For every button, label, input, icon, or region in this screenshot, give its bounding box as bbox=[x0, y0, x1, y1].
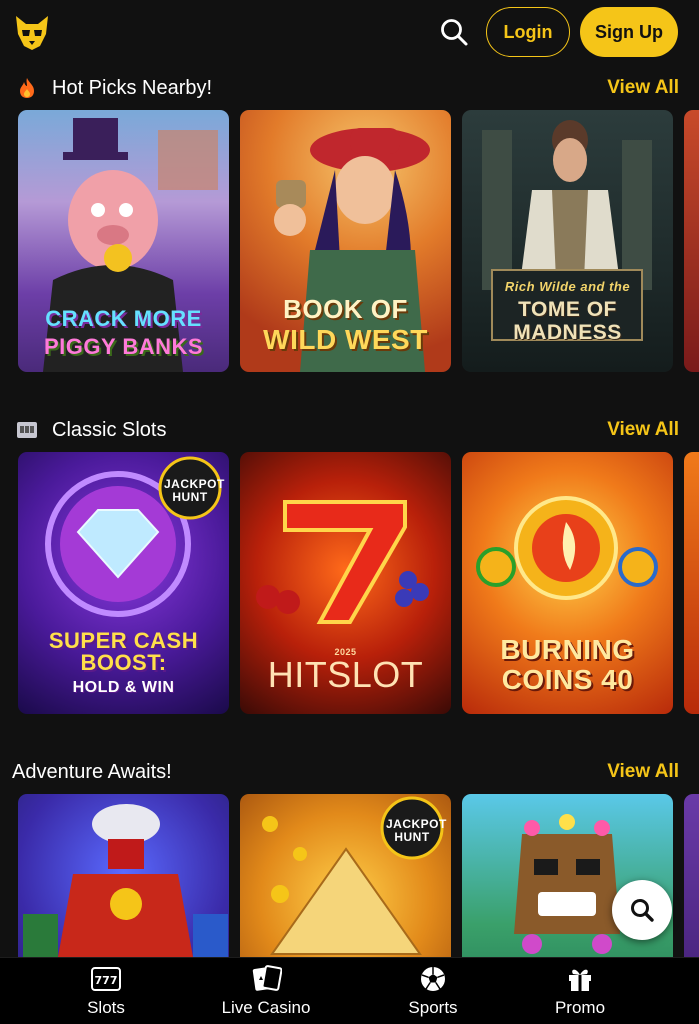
gift-icon bbox=[564, 964, 596, 994]
game-carousel[interactable]: CRACK MORE PIGGY BANKS BOOK OF WILD WEST bbox=[18, 110, 699, 372]
game-carousel[interactable]: JACKPOT HUNT bbox=[18, 794, 699, 957]
section-title: Classic Slots bbox=[52, 419, 167, 441]
nav-item-sports[interactable]: Sports bbox=[363, 964, 503, 1022]
game-card[interactable] bbox=[18, 794, 229, 957]
nav-label: Live Casino bbox=[221, 998, 311, 1017]
nav-label: Promo bbox=[554, 998, 606, 1017]
section-title: Adventure Awaits! bbox=[12, 761, 172, 783]
game-artwork bbox=[23, 804, 228, 957]
game-subtitle: HOLD & WIN bbox=[72, 679, 175, 696]
game-title: BURNING bbox=[500, 634, 635, 665]
section-title: Hot Picks Nearby! bbox=[52, 77, 213, 99]
search-button[interactable] bbox=[436, 14, 472, 50]
section-classic-slots: Classic Slots View All JACKPOT HUNT SUPE… bbox=[0, 410, 699, 714]
floating-search-button[interactable] bbox=[612, 880, 672, 940]
game-card-peek[interactable] bbox=[684, 794, 699, 957]
nav-label: Sports bbox=[408, 998, 458, 1017]
search-icon bbox=[631, 899, 654, 922]
bottom-navigation: 777 Slots Live Casino Sports Promo bbox=[0, 957, 699, 1024]
game-subtitle: WILD WEST bbox=[263, 324, 428, 355]
search-icon bbox=[441, 19, 468, 46]
top-header: Login Sign Up bbox=[0, 0, 699, 66]
section-adventure: Adventure Awaits! View All JACKPOT HUNT bbox=[0, 752, 699, 957]
wolf-mask-icon[interactable] bbox=[12, 12, 52, 52]
nav-item-slots[interactable]: 777 Slots bbox=[36, 964, 176, 1022]
game-subtitle: TOME OF MADNESS bbox=[513, 298, 622, 345]
view-all-link[interactable]: View All bbox=[607, 76, 679, 100]
game-title: BOOK OF bbox=[283, 294, 408, 324]
section-header: Hot Picks Nearby! View All bbox=[0, 68, 699, 108]
fire-icon bbox=[14, 76, 40, 100]
game-subtitle: PIGGY BANKS bbox=[43, 334, 204, 359]
playing-cards-icon bbox=[250, 964, 282, 994]
svg-text:777: 777 bbox=[95, 974, 118, 987]
game-card-peek[interactable] bbox=[684, 452, 699, 714]
game-card[interactable]: BURNING COINS 40 bbox=[462, 452, 673, 714]
section-header: Adventure Awaits! View All bbox=[0, 752, 699, 792]
game-title: HITSLOT bbox=[267, 654, 424, 695]
game-card[interactable]: 2025 HITSLOT bbox=[240, 452, 451, 714]
game-artwork bbox=[43, 118, 218, 372]
game-card[interactable]: Rich Wilde and the TOME OF MADNESS bbox=[462, 110, 673, 372]
game-card[interactable]: JACKPOT HUNT bbox=[240, 794, 451, 957]
game-card[interactable]: BOOK OF WILD WEST bbox=[240, 110, 451, 372]
jackpot-badge: JACKPOT HUNT bbox=[164, 477, 225, 504]
jackpot-badge: JACKPOT HUNT bbox=[386, 817, 447, 844]
nav-item-promo[interactable]: Promo bbox=[510, 964, 650, 1022]
game-card[interactable]: CRACK MORE PIGGY BANKS bbox=[18, 110, 229, 372]
signup-button[interactable]: Sign Up bbox=[580, 7, 678, 57]
nav-item-live-casino[interactable]: Live Casino bbox=[196, 964, 336, 1022]
slot-777-icon: 777 bbox=[90, 964, 122, 994]
nav-label: Slots bbox=[87, 998, 125, 1017]
game-card[interactable]: JACKPOT HUNT SUPER CASH BOOST: HOLD & WI… bbox=[18, 452, 229, 714]
game-card-peek[interactable] bbox=[684, 110, 699, 372]
game-title: Rich Wilde and the bbox=[504, 279, 631, 294]
soccer-ball-icon bbox=[417, 964, 449, 994]
game-carousel[interactable]: JACKPOT HUNT SUPER CASH BOOST: HOLD & WI… bbox=[18, 452, 699, 714]
section-hot-picks: Hot Picks Nearby! View All CRACK MORE PI… bbox=[0, 68, 699, 372]
login-button[interactable]: Login bbox=[486, 7, 570, 57]
view-all-link[interactable]: View All bbox=[607, 418, 679, 442]
game-title: SUPER CASH BOOST: bbox=[48, 628, 199, 675]
game-subtitle: COINS 40 bbox=[501, 664, 634, 695]
section-header: Classic Slots View All bbox=[0, 410, 699, 450]
view-all-link[interactable]: View All bbox=[607, 760, 679, 784]
game-title: CRACK MORE bbox=[45, 306, 202, 331]
slot-machine-icon bbox=[14, 418, 40, 442]
